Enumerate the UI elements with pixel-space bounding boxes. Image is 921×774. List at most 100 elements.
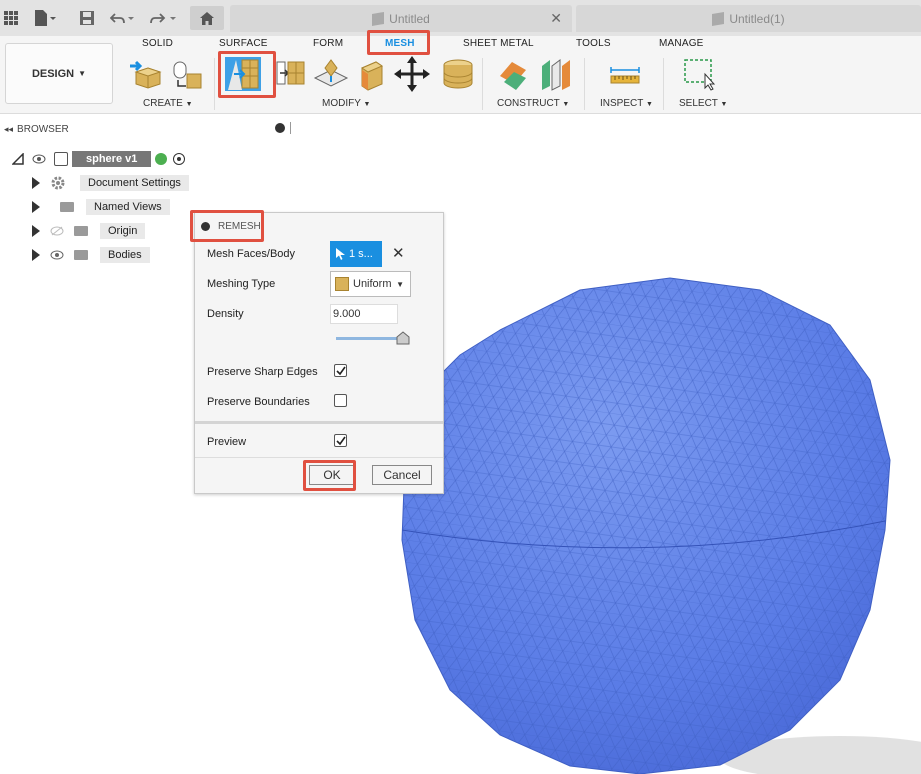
expand-triangle-icon[interactable] bbox=[32, 201, 40, 213]
document-tab-untitled-1[interactable]: Untitled(1) bbox=[576, 5, 921, 32]
tab-sheet-metal[interactable]: SHEET METAL bbox=[463, 38, 534, 49]
preserve-boundaries-checkbox[interactable] bbox=[334, 394, 347, 407]
document-tab-label: Untitled bbox=[389, 11, 430, 26]
file-menu-icon[interactable] bbox=[34, 8, 56, 28]
document-cube-icon bbox=[712, 11, 725, 26]
density-label: Density bbox=[207, 308, 244, 320]
convert-mesh-icon[interactable] bbox=[440, 56, 476, 92]
modify-group-label: MODIFY bbox=[322, 98, 361, 109]
close-tab-icon[interactable]: ✕ bbox=[550, 10, 562, 27]
document-tab-label: Untitled(1) bbox=[729, 11, 785, 26]
expanded-triangle-icon[interactable] bbox=[12, 153, 24, 165]
reduce-mesh-icon[interactable] bbox=[276, 56, 312, 92]
select-icon[interactable] bbox=[683, 56, 719, 92]
fusion-window: Untitled ✕ Untitled(1) DESIGN ▼ SOLID SU… bbox=[0, 0, 921, 774]
plane-cut-icon[interactable] bbox=[313, 56, 349, 92]
mesh-faces-selector[interactable]: 1 s... bbox=[330, 241, 382, 267]
insert-mesh-icon[interactable] bbox=[128, 56, 164, 92]
create-face-group-icon[interactable] bbox=[170, 56, 206, 92]
redo-icon[interactable] bbox=[150, 8, 180, 28]
group-separator bbox=[482, 58, 483, 110]
move-icon[interactable] bbox=[394, 56, 430, 92]
title-bar: Untitled ✕ Untitled(1) bbox=[0, 0, 921, 36]
radio-icon[interactable] bbox=[173, 153, 186, 165]
density-input[interactable]: 9.000 bbox=[330, 304, 398, 324]
meshing-type-label: Meshing Type bbox=[207, 278, 276, 290]
density-slider-handle[interactable] bbox=[396, 331, 410, 345]
browser-item-origin[interactable]: Origin bbox=[32, 222, 146, 240]
workspace-label: DESIGN bbox=[31, 67, 75, 80]
tab-surface[interactable]: SURFACE bbox=[219, 38, 268, 49]
construct-group-menu[interactable]: CONSTRUCT ▼ bbox=[497, 98, 569, 109]
meshing-type-value: Uniform bbox=[353, 278, 392, 290]
footer-divider bbox=[195, 457, 443, 458]
activate-icon[interactable] bbox=[155, 153, 168, 165]
meshing-type-dropdown[interactable]: Uniform ▼ bbox=[330, 271, 411, 297]
root-component-label[interactable]: sphere v1 bbox=[72, 151, 152, 167]
workspace-switcher-button[interactable]: DESIGN ▼ bbox=[5, 43, 113, 104]
browser-title: BROWSER bbox=[17, 123, 69, 135]
separate-icon[interactable] bbox=[356, 56, 392, 92]
browser-item-bodies[interactable]: Bodies bbox=[32, 246, 150, 264]
mesh-tab-highlight bbox=[367, 30, 430, 55]
browser-item-label: Document Settings bbox=[80, 175, 189, 191]
midplane-icon[interactable] bbox=[538, 56, 574, 92]
eye-hidden-icon[interactable] bbox=[50, 226, 64, 236]
preview-checkbox[interactable] bbox=[334, 434, 347, 447]
tab-tools[interactable]: TOOLS bbox=[576, 38, 611, 49]
ok-button-highlight bbox=[303, 460, 356, 491]
tab-form[interactable]: FORM bbox=[313, 38, 343, 49]
divider bbox=[290, 122, 291, 134]
chevron-down-icon: ▼ bbox=[396, 279, 404, 289]
browser-item-label: Origin bbox=[100, 223, 146, 239]
undo-icon[interactable] bbox=[110, 8, 136, 28]
select-group-menu[interactable]: SELECT ▼ bbox=[679, 98, 727, 109]
browser-panel-header[interactable]: ◂◂ BROWSER bbox=[0, 117, 296, 141]
expand-triangle-icon[interactable] bbox=[32, 177, 40, 189]
folder-icon bbox=[74, 250, 88, 260]
inspect-group-menu[interactable]: INSPECT ▼ bbox=[600, 98, 653, 109]
gear-icon bbox=[51, 176, 65, 190]
browser-item-named-views[interactable]: Named Views bbox=[32, 198, 170, 216]
collapse-browser-icon[interactable]: ◂◂ bbox=[4, 124, 13, 135]
create-group-label: CREATE bbox=[143, 98, 183, 109]
section-divider bbox=[195, 421, 443, 424]
clear-selection-icon[interactable]: ✕ bbox=[392, 244, 405, 262]
app-grid-icon[interactable] bbox=[4, 8, 18, 28]
group-separator bbox=[214, 58, 215, 110]
preserve-boundaries-label: Preserve Boundaries bbox=[207, 396, 310, 408]
measure-icon[interactable] bbox=[607, 56, 643, 92]
preview-label: Preview bbox=[207, 436, 247, 448]
browser-root-row[interactable]: sphere v1 bbox=[12, 150, 186, 168]
cursor-arrow-icon bbox=[336, 248, 345, 260]
caret-down-icon: ▼ bbox=[78, 69, 87, 78]
preserve-sharp-edges-label: Preserve Sharp Edges bbox=[207, 366, 318, 378]
offset-plane-icon[interactable] bbox=[496, 56, 532, 92]
browser-item-label: Bodies bbox=[100, 247, 150, 263]
group-separator bbox=[663, 58, 664, 110]
preserve-sharp-edges-checkbox[interactable] bbox=[334, 364, 347, 377]
save-icon[interactable] bbox=[80, 8, 94, 28]
folder-icon bbox=[74, 226, 88, 236]
eye-icon[interactable] bbox=[32, 154, 46, 164]
expand-triangle-icon[interactable] bbox=[32, 249, 40, 261]
remesh-tool-highlight bbox=[218, 51, 276, 98]
mesh-faces-value: 1 s... bbox=[349, 248, 373, 260]
component-icon bbox=[54, 152, 68, 166]
document-cube-icon bbox=[372, 11, 385, 26]
expand-triangle-icon[interactable] bbox=[32, 225, 40, 237]
pin-icon[interactable] bbox=[275, 123, 285, 133]
construct-group-label: CONSTRUCT bbox=[497, 98, 560, 109]
home-icon[interactable] bbox=[190, 6, 224, 30]
document-tab-untitled[interactable]: Untitled ✕ bbox=[230, 5, 572, 32]
modify-group-menu[interactable]: MODIFY ▼ bbox=[322, 98, 370, 109]
browser-item-document-settings[interactable]: Document Settings bbox=[32, 174, 189, 192]
cancel-button[interactable]: Cancel bbox=[372, 465, 432, 485]
folder-icon bbox=[60, 202, 74, 212]
create-group-menu[interactable]: CREATE ▼ bbox=[143, 98, 193, 109]
tab-manage[interactable]: MANAGE bbox=[659, 38, 704, 49]
eye-icon[interactable] bbox=[50, 250, 64, 260]
tab-solid[interactable]: SOLID bbox=[142, 38, 173, 49]
viewport-sphere-mesh[interactable] bbox=[380, 270, 921, 774]
density-value: 9.000 bbox=[333, 308, 361, 320]
